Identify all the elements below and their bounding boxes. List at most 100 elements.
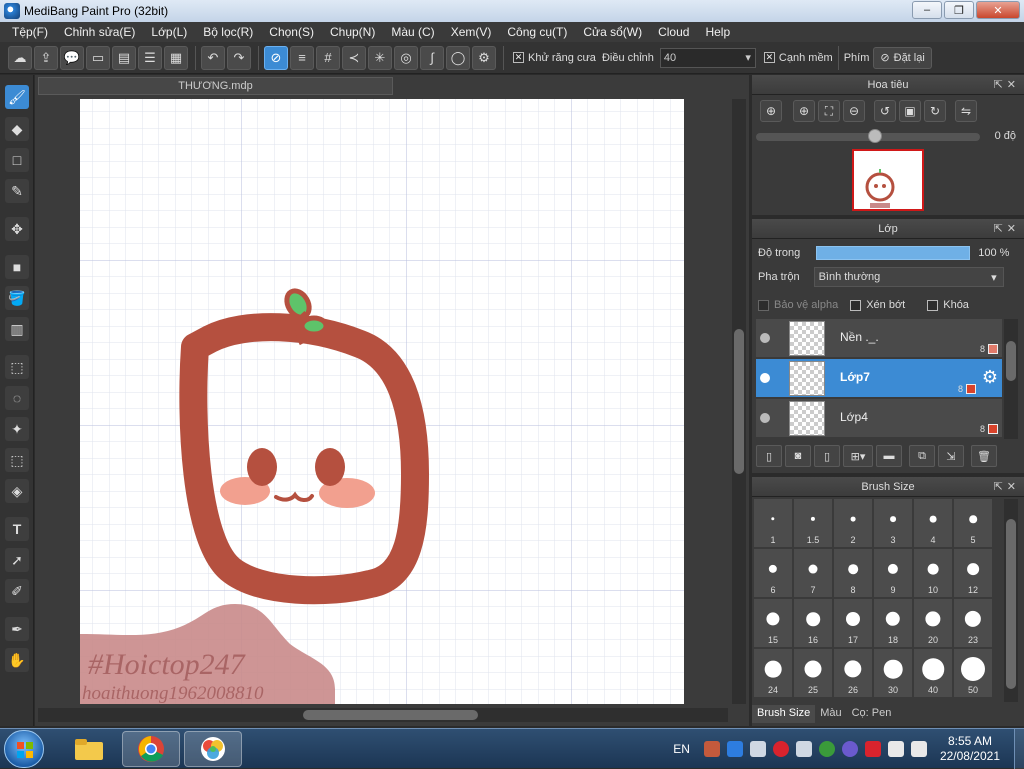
radial-snap-icon[interactable]: ✳ xyxy=(368,45,392,70)
reset-button[interactable]: ⊘ Đặt lại xyxy=(873,46,932,69)
lock-checkbox[interactable] xyxy=(927,299,939,311)
rotate-left-icon[interactable]: ↺ xyxy=(874,100,896,122)
new-layer-icon[interactable]: ▯ xyxy=(756,445,782,467)
undo-icon[interactable]: ↶ xyxy=(201,45,225,70)
scroll-thumb[interactable] xyxy=(1006,341,1016,381)
move-tool-icon[interactable]: ✥ xyxy=(5,217,29,241)
brush-size-cell[interactable]: 40 xyxy=(914,649,952,697)
menu-edit[interactable]: Chỉnh sửa(E) xyxy=(56,25,143,39)
protect-alpha-checkbox[interactable] xyxy=(758,299,769,311)
brush-size-cell[interactable]: 20 xyxy=(914,599,952,647)
merge-down-icon[interactable]: ⇲ xyxy=(938,445,964,467)
panel-controls[interactable]: ⇱✕ xyxy=(994,222,1020,235)
adjust-select[interactable]: 40 ▾ xyxy=(659,47,756,68)
zoom-actual-icon[interactable]: ⊕ xyxy=(760,100,782,122)
frame-icon[interactable]: ▦ xyxy=(164,45,188,70)
scroll-thumb[interactable] xyxy=(1006,519,1016,689)
select-eraser-icon[interactable]: ◈ xyxy=(5,479,29,503)
new-1bit-layer-icon[interactable]: ▯ xyxy=(814,445,840,467)
layer-item[interactable]: Nền ._. 8 xyxy=(756,319,1002,358)
drawing-canvas[interactable]: #Hoictop247 hoaithuong1962008810 xyxy=(80,99,684,704)
perspective-snap-icon[interactable]: ≺ xyxy=(342,45,366,70)
rotate-right-icon[interactable]: ↻ xyxy=(924,100,946,122)
brush-size-cell[interactable]: 26 xyxy=(834,649,872,697)
fill-rect-tool-icon[interactable]: ■ xyxy=(5,255,29,279)
tab-color[interactable]: Màu xyxy=(815,705,846,723)
menu-tools[interactable]: Công cụ(T) xyxy=(499,25,575,39)
new-folder-icon[interactable]: ▬ xyxy=(876,445,902,467)
add-layer-menu-icon[interactable]: ⊞▾ xyxy=(843,445,873,467)
layer-item[interactable]: Lớp4 8 xyxy=(756,399,1002,438)
redo-icon[interactable]: ↷ xyxy=(227,45,251,70)
select-pen-icon[interactable]: ✎ xyxy=(5,179,29,203)
canvas-vertical-scrollbar[interactable] xyxy=(732,99,746,704)
visibility-icon[interactable] xyxy=(760,373,770,383)
network-signal-icon[interactable] xyxy=(749,741,766,757)
system-clock[interactable]: 8:55 AM 22/08/2021 xyxy=(940,734,1000,764)
clipping-checkbox[interactable] xyxy=(850,299,862,311)
messenger-icon[interactable] xyxy=(841,741,858,757)
page-icon[interactable]: ▤ xyxy=(112,45,136,70)
zoom-in-icon[interactable]: ⊕ xyxy=(793,100,815,122)
parallel-snap-icon[interactable]: ≡ xyxy=(290,45,314,70)
text-tool-icon[interactable]: T xyxy=(5,517,29,541)
brush-size-cell[interactable]: 1.5 xyxy=(794,499,832,547)
menu-view[interactable]: Xem(V) xyxy=(443,25,500,39)
magic-wand-icon[interactable]: ✦ xyxy=(5,417,29,441)
document-tab[interactable]: THƯƠNG.mdp xyxy=(38,77,393,95)
hand-tool-icon[interactable]: ✋ xyxy=(5,648,29,672)
antialias-toggle[interactable]: ✕ Khử răng cưa xyxy=(513,52,596,64)
visibility-icon[interactable] xyxy=(760,333,770,343)
soft-edge-checkbox[interactable]: ✕ xyxy=(763,52,775,63)
lasso-tool-icon[interactable]: ◌ xyxy=(5,386,29,410)
grid-snap-icon[interactable]: # xyxy=(316,45,340,70)
brush-size-cell[interactable]: 4 xyxy=(914,499,952,547)
opacity-slider[interactable] xyxy=(816,246,971,260)
brush-size-cell[interactable]: 2 xyxy=(834,499,872,547)
brush-size-cell[interactable]: 5 xyxy=(954,499,992,547)
dot-tool-icon[interactable]: □ xyxy=(5,148,29,172)
snap-settings-icon[interactable]: ⚙ xyxy=(472,45,496,70)
brush-size-cell[interactable]: 6 xyxy=(754,549,792,597)
brush-size-cell[interactable]: 30 xyxy=(874,649,912,697)
brush-tool-icon[interactable]: 🖌 xyxy=(5,85,29,109)
vietkey-icon[interactable] xyxy=(864,741,881,757)
operation-tool-icon[interactable]: ➚ xyxy=(5,548,29,572)
brush-size-cell[interactable]: 23 xyxy=(954,599,992,647)
layer-item[interactable]: Lớp7 ⚙ 8 xyxy=(756,359,1002,398)
brush-size-cell[interactable]: 1 xyxy=(754,499,792,547)
brush-size-cell[interactable]: 18 xyxy=(874,599,912,647)
eraser-tool-icon[interactable]: ◆ xyxy=(5,117,29,141)
medibang-taskbar-icon[interactable] xyxy=(184,731,242,767)
rotate-reset-icon[interactable]: ▣ xyxy=(899,100,921,122)
menu-file[interactable]: Tệp(F) xyxy=(4,25,56,39)
speech-bubble-icon[interactable]: 💬 xyxy=(60,45,84,70)
brush-size-cell[interactable]: 9 xyxy=(874,549,912,597)
page-list-icon[interactable]: ☰ xyxy=(138,45,162,70)
divide-tool-icon[interactable]: ✐ xyxy=(5,579,29,603)
menu-window[interactable]: Cửa sổ(W) xyxy=(575,25,650,39)
antivirus-icon[interactable] xyxy=(818,741,835,757)
menu-layer[interactable]: Lớp(L) xyxy=(143,25,195,39)
brush-size-cell[interactable]: 15 xyxy=(754,599,792,647)
circle-snap-icon[interactable]: ◯ xyxy=(446,45,470,70)
brush-size-cell[interactable]: 25 xyxy=(794,649,832,697)
eyedropper-tool-icon[interactable]: ✒ xyxy=(5,617,29,641)
brush-size-cell[interactable]: 8 xyxy=(834,549,872,597)
new-halftone-layer-icon[interactable]: ◙ xyxy=(785,445,811,467)
show-desktop-button[interactable] xyxy=(1014,729,1024,769)
snap-off-icon[interactable]: ⊘ xyxy=(264,45,288,70)
concentric-snap-icon[interactable]: ◎ xyxy=(394,45,418,70)
opera-icon[interactable] xyxy=(772,741,789,757)
brush-size-cell[interactable]: 17 xyxy=(834,599,872,647)
volume-icon[interactable] xyxy=(795,741,812,757)
curve-snap-icon[interactable]: ∫ xyxy=(420,45,444,70)
menu-snap[interactable]: Chụp(N) xyxy=(322,25,383,39)
share-icon[interactable]: ⇪ xyxy=(34,45,58,70)
lock-toggle[interactable]: Khóa xyxy=(927,299,969,311)
menu-color[interactable]: Màu (C) xyxy=(383,25,442,39)
minimize-button[interactable]: ‒ xyxy=(912,1,942,19)
protect-alpha-toggle[interactable]: Bảo vệ alpha xyxy=(758,299,838,311)
menu-help[interactable]: Help xyxy=(697,25,738,39)
brush-scrollbar[interactable] xyxy=(1004,499,1018,702)
